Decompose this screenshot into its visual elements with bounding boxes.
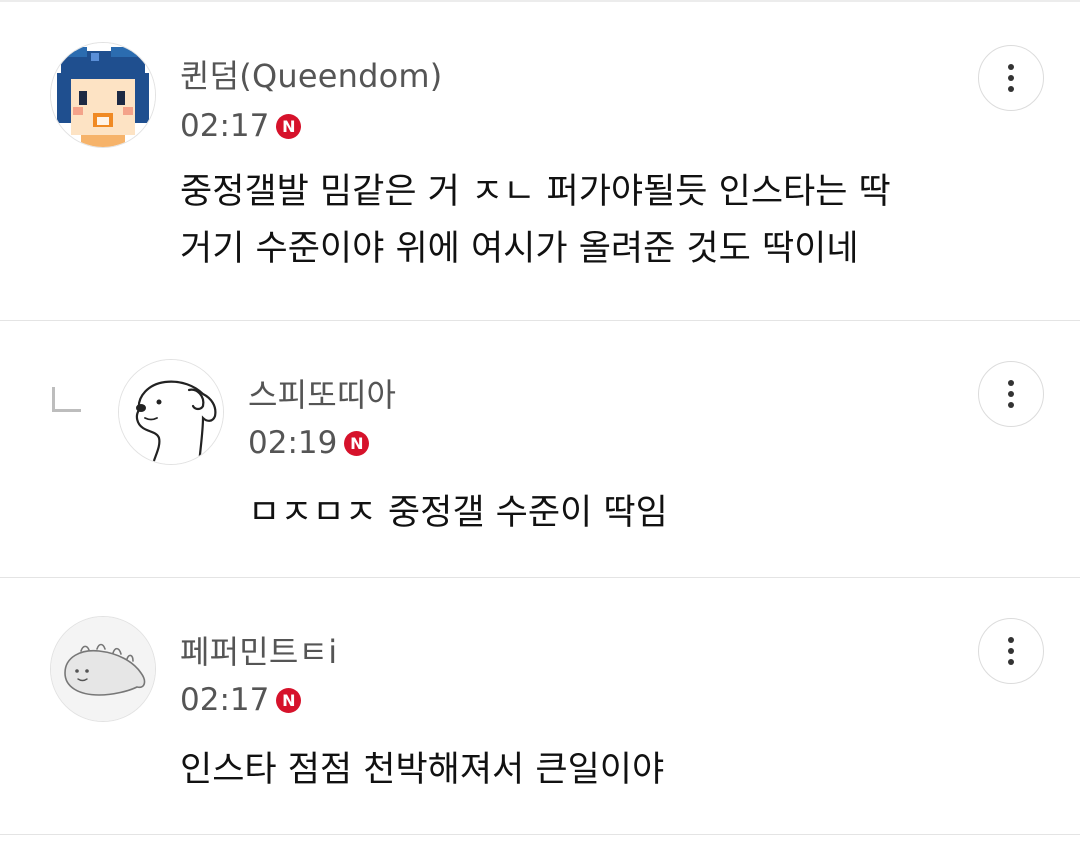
- comment-text: ㅁㅈㅁㅈ 중정갤 수준이 딱임: [248, 493, 668, 533]
- more-vertical-icon: [1008, 64, 1014, 92]
- reply-arrow-icon: [52, 387, 81, 412]
- more-options-button[interactable]: [978, 45, 1044, 111]
- comment-author[interactable]: 스피또띠아: [248, 375, 396, 415]
- comment-item: 퀸덤(Queendom) 02:17 N 중정갤발 밈같은 거 ㅈㄴ 퍼가야될듯…: [0, 0, 1080, 320]
- new-badge-icon: N: [344, 430, 370, 456]
- comment-meta: 02:17 N: [180, 106, 302, 146]
- seal-creature-avatar-icon: [51, 617, 155, 721]
- comment-time: 02:17: [180, 682, 270, 718]
- comment-meta: 02:17 N: [180, 680, 302, 720]
- dog-sketch-avatar-icon: [119, 360, 223, 464]
- avatar[interactable]: [50, 42, 156, 148]
- comment-meta: 02:19 N: [248, 423, 370, 463]
- avatar[interactable]: [50, 616, 156, 722]
- comment-item: 페퍼민트ㅌi 02:17 N 인스타 점점 천박해져서 큰일이야: [0, 578, 1080, 834]
- comment-author[interactable]: 페퍼민트ㅌi: [180, 632, 337, 672]
- new-badge-icon: N: [276, 687, 302, 713]
- more-options-button[interactable]: [978, 361, 1044, 427]
- more-options-button[interactable]: [978, 618, 1044, 684]
- pixel-girl-avatar-icon: [51, 43, 155, 147]
- comment-item-reply: 스피또띠아 02:19 N ㅁㅈㅁㅈ 중정갤 수준이 딱임: [0, 321, 1080, 577]
- comment-text: 중정갤발 밈같은 거 ㅈㄴ 퍼가야될듯 인스타는 딱 거기 수준이야 위에 여시…: [180, 172, 891, 269]
- new-badge-icon: N: [276, 113, 302, 139]
- more-vertical-icon: [1008, 380, 1014, 408]
- avatar[interactable]: [118, 359, 224, 465]
- comment-time: 02:17: [180, 108, 270, 144]
- comment-text: 인스타 점점 천박해져서 큰일이야: [180, 750, 665, 790]
- more-vertical-icon: [1008, 637, 1014, 665]
- comment-author[interactable]: 퀸덤(Queendom): [180, 56, 442, 96]
- comment-time: 02:19: [248, 425, 338, 461]
- comment-divider: [0, 834, 1080, 835]
